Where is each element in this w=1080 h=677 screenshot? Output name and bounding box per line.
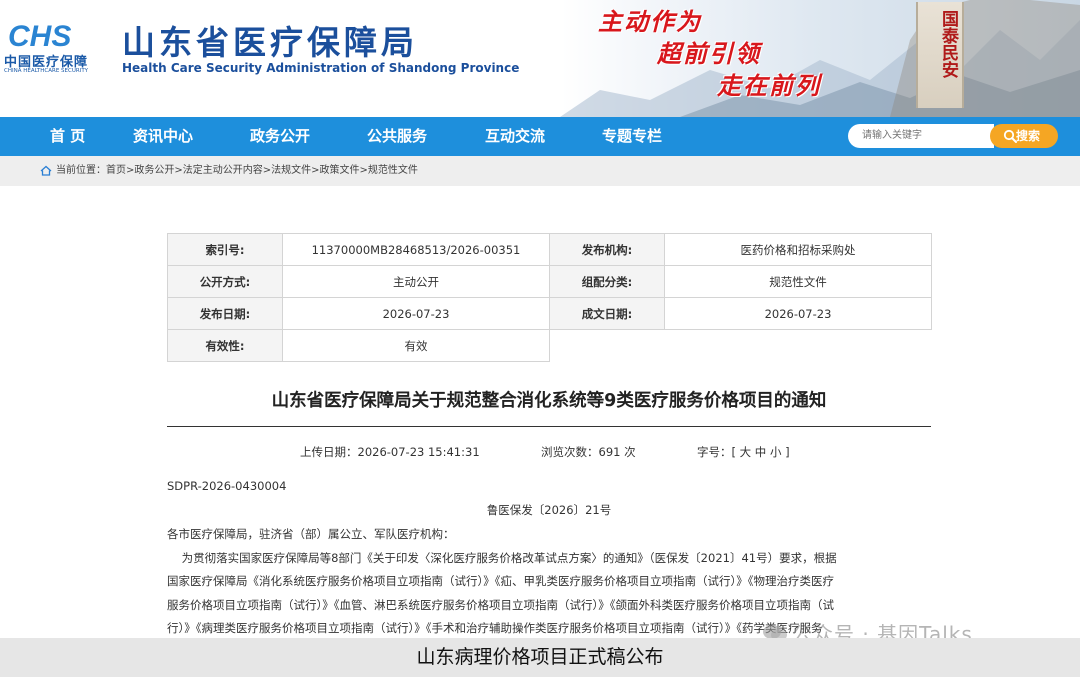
font-size-switcher[interactable]: 字号：[ 大 中 小 ] <box>697 444 790 460</box>
image-caption: 山东病理价格项目正式稿公布 <box>416 646 664 668</box>
slogan-line: 主动作为 <box>598 8 702 36</box>
open-mode-label: 公开方式: <box>167 265 283 298</box>
addressee: 各市医疗保障局，驻济省（部）属公立、军队医疗机构： <box>167 527 455 541</box>
issuer-value: 医药价格和招标采购处 <box>664 233 932 266</box>
validity-label: 有效性: <box>167 329 283 362</box>
nav-item-topics[interactable]: 专题专栏 <box>602 117 662 156</box>
category-value: 规范性文件 <box>664 265 932 298</box>
table-row: 发布日期: 2026-07-23 成文日期: 2026-07-23 <box>167 297 932 330</box>
table-empty-cell <box>549 329 932 362</box>
stele-inscription: 国泰民安 <box>938 10 958 78</box>
site-title-en: Health Care Security Administration of S… <box>122 61 520 75</box>
table-row: 索引号: 11370000MB28468513/2026-00351 发布机构:… <box>167 233 932 266</box>
index-no-value: 11370000MB28468513/2026-00351 <box>282 233 550 266</box>
breadcrumb-prefix: 当前位置： <box>56 165 106 176</box>
site-title[interactable]: 山东省医疗保障局 <box>122 16 418 64</box>
breadcrumb: 当前位置：首页>政务公开>法定主动公开内容>法规文件>政策文件>规范性文件 <box>56 163 418 179</box>
file-number: 鲁医保发〔2026〕21号 <box>486 503 612 517</box>
search-icon <box>1003 129 1017 143</box>
site-banner: CHS 中国医疗保障 CHINA HEALTHCARE SECURITY 山东省… <box>0 0 1080 117</box>
written-date-value: 2026-07-23 <box>664 297 932 330</box>
index-no-label: 索引号: <box>167 233 283 266</box>
body-line: 行）》《病理类医疗服务价格项目立项指南（试行）》《手术和治疗辅助操作类医疗服务价… <box>167 621 823 635</box>
article-title: 山东省医疗保障局关于规范整合消化系统等9类医疗服务价格项目的通知 <box>271 391 827 411</box>
open-mode-value: 主动公开 <box>282 265 550 298</box>
category-label: 组配分类: <box>549 265 665 298</box>
svg-text:CHS: CHS <box>8 20 71 53</box>
nav-item-home[interactable]: 首 页 <box>50 117 85 156</box>
body-line: 为贯彻落实国家医疗保障局等8部门《关于印发〈深化医疗服务价格改革试点方案〉的通知… <box>167 551 837 565</box>
publish-date-value: 2026-07-23 <box>282 297 550 330</box>
upload-time: 上传日期：2026-07-23 15:41:31 <box>300 445 480 459</box>
slogan-line: 走在前列 <box>717 72 821 100</box>
breadcrumb-path[interactable]: 首页>政务公开>法定主动公开内容>法规文件>政策文件>规范性文件 <box>106 165 418 176</box>
chs-logo-icon: CHS <box>6 20 100 53</box>
nav-item-public-service[interactable]: 公共服务 <box>367 117 427 156</box>
search-input[interactable] <box>848 124 994 148</box>
view-count: 浏览次数：691 次 <box>541 445 636 459</box>
table-row: 公开方式: 主动公开 组配分类: 规范性文件 <box>167 265 932 298</box>
body-line: 国家医疗保障局《消化系统医疗服务价格项目立项指南（试行）》《疝、甲乳类医疗服务价… <box>167 574 834 588</box>
written-date-label: 成文日期: <box>549 297 665 330</box>
search-button[interactable]: 搜索 <box>990 124 1058 148</box>
doc-code: SDPR-2026-0430004 <box>167 479 287 493</box>
nav-item-interaction[interactable]: 互动交流 <box>485 117 545 156</box>
validity-value: 有效 <box>282 329 550 362</box>
publish-date-label: 发布日期: <box>167 297 283 330</box>
issuer-label: 发布机构: <box>549 233 665 266</box>
body-line: 服务价格项目立项指南（试行）》《血管、淋巴系统医疗服务价格项目立项指南（试行）》… <box>167 598 834 612</box>
home-icon <box>40 165 52 176</box>
nav-item-news[interactable]: 资讯中心 <box>133 117 193 156</box>
title-divider <box>167 426 931 427</box>
slogan-line: 超前引领 <box>657 40 761 68</box>
logo-en-text: CHINA HEALTHCARE SECURITY <box>4 68 89 74</box>
nav-item-gov-affairs[interactable]: 政务公开 <box>250 117 310 156</box>
document-meta-table: 索引号: 11370000MB28468513/2026-00351 发布机构:… <box>167 233 932 362</box>
table-row: 有效性: 有效 <box>167 329 932 362</box>
